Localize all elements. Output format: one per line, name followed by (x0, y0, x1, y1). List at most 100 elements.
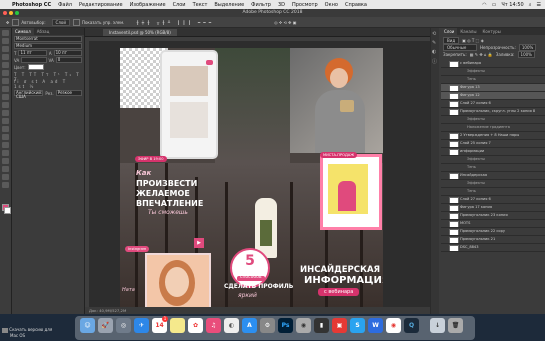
tab-character[interactable]: Символ (12, 28, 34, 35)
spotlight-icon[interactable]: ⌕ (529, 2, 532, 8)
menu-help[interactable]: Справка (345, 2, 367, 8)
photoshop-icon[interactable]: Ps (278, 318, 293, 333)
layer-row[interactable]: Эффекты (441, 68, 545, 76)
blur-tool[interactable] (2, 126, 9, 132)
tab-channels[interactable]: Каналы (457, 28, 479, 35)
blend-mode-select[interactable]: Обычные (443, 43, 477, 51)
canvas[interactable]: ЭФИР В 19:00 Как ПРОИЗВЕСТИ ЖЕЛАЕМОЕ ВПЕ… (120, 48, 383, 307)
clone-stamp-tool[interactable] (2, 94, 9, 100)
layer-row[interactable]: Фигура 17 копия (441, 204, 545, 212)
skype-icon[interactable]: S (350, 318, 365, 333)
tracking-field[interactable]: 0 (55, 57, 82, 63)
menu-window[interactable]: Окно (325, 2, 338, 8)
wifi-icon[interactable]: ◠ (482, 2, 486, 8)
layer-row[interactable]: Прямоугольник, скругл. углы 2 копия 8 (441, 108, 545, 116)
layer-row[interactable]: Слой 27 копия 6 (441, 100, 545, 108)
layer-kind-select[interactable]: Вид (443, 36, 460, 44)
layer-row[interactable]: MOTS (441, 220, 545, 228)
info-icon[interactable]: ⓘ (432, 58, 438, 65)
path-select-tool[interactable] (2, 158, 9, 164)
layer-row[interactable]: Тень (441, 76, 545, 84)
fill-field[interactable]: 100% (517, 50, 535, 58)
layer-row[interactable]: с вебинара (441, 60, 545, 68)
autoselect-target-select[interactable]: Слой (51, 18, 70, 26)
menu-edit[interactable]: Редактирование (79, 2, 123, 8)
chrome-icon[interactable]: ◉ (386, 318, 401, 333)
desktop-file[interactable]: Скачать версию для Mac OS (2, 327, 72, 340)
menu-type[interactable]: Текст (193, 2, 208, 8)
disk-utility-icon[interactable]: ◉ (296, 318, 311, 333)
text-color-swatch[interactable] (27, 64, 44, 70)
menu-file[interactable]: Файл (58, 2, 72, 8)
word-icon[interactable]: W (368, 318, 383, 333)
presentation-app-icon[interactable]: ▣ (332, 318, 347, 333)
layer-row[interactable]: Тень (441, 188, 545, 196)
font-style-select[interactable]: Medium (14, 43, 82, 49)
minimize-window-button[interactable] (9, 11, 13, 15)
menu-app-name[interactable]: Photoshop CC (12, 2, 51, 8)
layer-row[interactable]: информации (441, 148, 545, 156)
opacity-field[interactable]: 100% (518, 43, 537, 51)
font-size-field[interactable]: 11 пт (18, 50, 47, 56)
battery-icon[interactable]: ▭ (492, 2, 497, 8)
layer-row[interactable]: Тень (441, 164, 545, 172)
kerning-field[interactable] (21, 57, 47, 63)
menu-3d[interactable]: 3D (278, 2, 285, 8)
safari-compass-icon[interactable]: ✈ (134, 318, 149, 333)
photos-icon[interactable]: ✿ (188, 318, 203, 333)
terminal-icon[interactable]: ▮ (314, 318, 329, 333)
filter-icons[interactable]: ▣ ◎ T ⬚ ◈ (462, 38, 484, 43)
layer-row[interactable]: Наложение градиента (441, 124, 545, 132)
layer-row[interactable]: Прямоугольник 23 копия (441, 212, 545, 220)
downloads-folder-icon[interactable]: ↓ (430, 318, 445, 333)
layer-row[interactable]: Эффекты (441, 116, 545, 124)
close-window-button[interactable] (3, 11, 7, 15)
layer-row[interactable]: Прямоугольник 21 (441, 236, 545, 244)
layer-row[interactable]: Слой 27 копия 6 (441, 196, 545, 204)
antialias-select[interactable]: Резкое (55, 90, 82, 96)
menu-view[interactable]: Просмотр (292, 2, 318, 8)
brush-settings-icon[interactable]: ✎ (432, 40, 438, 46)
layer-row[interactable]: Фигура 13 (441, 84, 545, 92)
tab-layers[interactable]: Слои (441, 28, 458, 35)
tab-paths[interactable]: Контуры (479, 28, 503, 35)
pen-tool[interactable] (2, 142, 9, 148)
show-controls-checkbox[interactable] (72, 18, 80, 26)
gradient-tool[interactable] (2, 118, 9, 124)
hand-tool[interactable] (2, 174, 9, 180)
language-select[interactable]: Английский: США (14, 90, 44, 99)
eraser-tool[interactable] (2, 110, 9, 116)
eyedropper-tool[interactable] (2, 70, 9, 76)
shape-tool[interactable] (2, 166, 9, 172)
font-family-select[interactable]: Montserrat (14, 36, 82, 42)
menu-select[interactable]: Выделение (214, 2, 244, 8)
notes-icon[interactable] (170, 318, 185, 333)
zoom-window-button[interactable] (15, 11, 19, 15)
layer-row[interactable]: 2 Утверждения + 8 Наши пары (441, 132, 545, 140)
history-icon[interactable]: ⟲ (432, 31, 438, 37)
layer-row[interactable]: DSC_8843 (441, 244, 545, 252)
tab-paragraph[interactable]: Абзац (34, 28, 53, 35)
brush-tool[interactable] (2, 86, 9, 92)
system-preferences-icon[interactable]: ⚙ (260, 318, 275, 333)
adjustments-icon[interactable]: ◐ (432, 49, 438, 55)
align-icons[interactable]: ╫╪╫ ╥╫╨ ┃┃┃ ═══ (136, 20, 214, 25)
quick-select-tool[interactable] (2, 54, 9, 60)
crop-tool[interactable] (2, 62, 9, 68)
layer-row[interactable]: Эффекты (441, 180, 545, 188)
dodge-tool[interactable] (2, 134, 9, 140)
zoom-tool[interactable] (2, 182, 9, 188)
trash-icon[interactable]: 🗑 (448, 318, 463, 333)
app-store-icon[interactable]: A (242, 318, 257, 333)
menu-layers[interactable]: Слои (173, 2, 186, 8)
layer-row[interactable]: Прямоугольник 22 copy (441, 228, 545, 236)
layer-row[interactable]: Слой 25 копия 7 (441, 140, 545, 148)
layer-row[interactable]: Эффекты (441, 156, 545, 164)
3d-mode-icons[interactable]: ◎ ✣ ⟲ ✥ ▣ (274, 20, 296, 25)
safari-icon[interactable]: ◎ (116, 318, 131, 333)
finder-icon[interactable]: ☺ (80, 318, 95, 333)
layer-row[interactable]: Инсайдерская (441, 172, 545, 180)
healing-brush-tool[interactable] (2, 78, 9, 84)
marquee-tool[interactable] (2, 38, 9, 44)
move-tool[interactable] (2, 30, 9, 36)
